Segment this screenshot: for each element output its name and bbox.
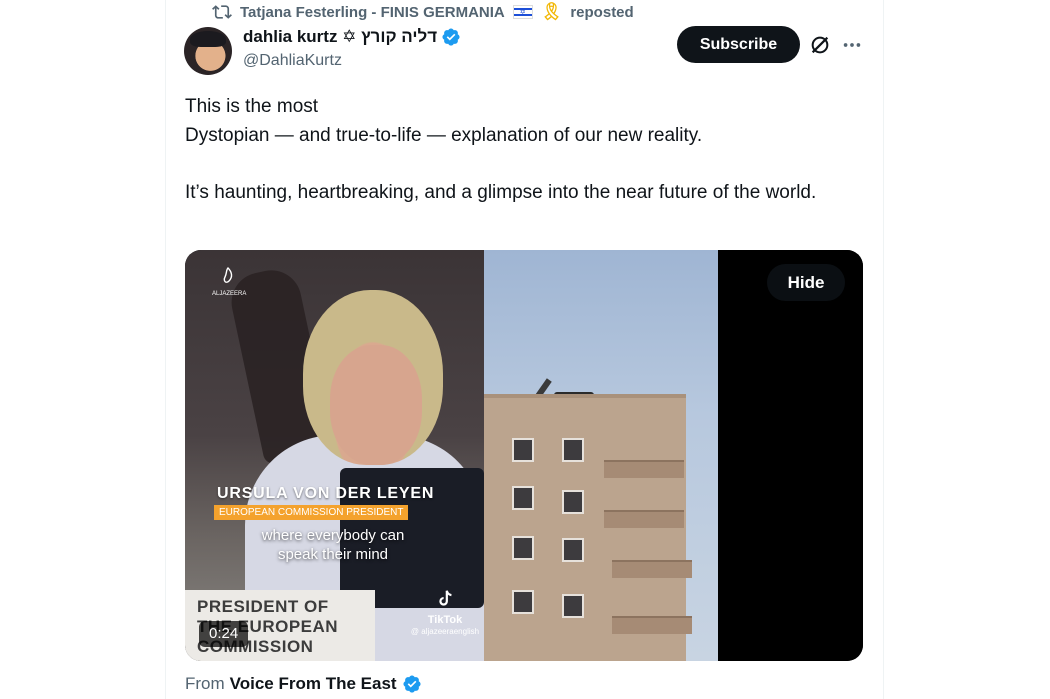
video-subtitle: where everybody can speak their mind <box>261 527 405 563</box>
repost-user-name[interactable]: Tatjana Festerling - FINIS GERMANIA <box>240 4 505 21</box>
media-source-name[interactable]: Voice From The East <box>230 674 397 694</box>
tweet-line-2: Dystopian — and true-to-life — explanati… <box>185 125 703 146</box>
grok-icon[interactable] <box>809 34 831 56</box>
repost-icon <box>212 5 232 19</box>
lower-third-name: URSULA VON DER LEYEN <box>217 485 435 502</box>
tiktok-watermark: TikTok @ aljazeeraenglish <box>405 588 485 637</box>
building-image <box>484 398 692 661</box>
repost-context[interactable]: Tatjana Festerling - FINIS GERMANIA ✡ 🎗 … <box>212 2 634 22</box>
author-name[interactable]: dahlia kurtz ✡ דליה קורץ <box>243 27 437 47</box>
yellow-ribbon-icon: 🎗 <box>540 2 563 21</box>
video-player[interactable]: PRESIDENT OF THE EUROPEAN COMMISSION ALJ… <box>185 250 863 661</box>
aljazeera-logo-icon <box>223 267 233 283</box>
tweet-paragraph-2: It’s haunting, heartbreaking, and a glim… <box>185 182 817 203</box>
tiktok-icon <box>439 590 452 606</box>
video-middle-panel <box>484 250 718 661</box>
author-handle[interactable]: @DahliaKurtz <box>243 52 342 70</box>
tweet-text: This is the most Dystopian — and true-to… <box>185 92 865 207</box>
video-left-panel: PRESIDENT OF THE EUROPEAN COMMISSION ALJ… <box>185 250 484 661</box>
verified-badge-icon <box>403 675 421 693</box>
hide-media-button[interactable]: Hide <box>767 264 845 301</box>
channel-logo-text: ALJAZEERA <box>212 291 247 297</box>
tweet-line-1: This is the most <box>185 96 319 117</box>
verified-badge-icon <box>442 28 460 46</box>
israel-flag-icon: ✡ <box>512 5 533 19</box>
from-label: From <box>185 674 225 693</box>
media-source-line[interactable]: From Voice From The East <box>185 674 422 694</box>
aljazeera-logo: ALJAZEERA <box>212 267 247 301</box>
lower-third-role: EUROPEAN COMMISSION PRESIDENT <box>214 505 409 520</box>
author-name-row[interactable]: dahlia kurtz ✡ דליה קורץ <box>243 27 461 47</box>
tiktok-label: TikTok <box>427 614 463 626</box>
video-right-panel <box>718 250 863 661</box>
more-icon[interactable] <box>841 34 863 56</box>
tiktok-handle: @ aljazeeraenglish <box>410 627 480 636</box>
subscribe-button[interactable]: Subscribe <box>677 26 800 63</box>
avatar[interactable] <box>184 27 232 75</box>
repost-label: reposted <box>570 3 634 21</box>
video-duration: 0:24 <box>199 621 249 647</box>
